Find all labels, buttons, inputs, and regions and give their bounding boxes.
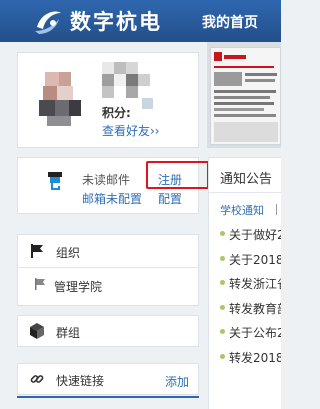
banner-panel	[207, 42, 281, 148]
link-icon	[30, 375, 44, 383]
quick-links-card: 快速链接 添加	[17, 363, 199, 395]
notice-item[interactable]: 关于做好2	[209, 224, 281, 249]
organization-header[interactable]: 组织	[18, 235, 198, 268]
notice-item-text[interactable]: 转发教育部	[229, 300, 281, 317]
mail-icon	[48, 172, 62, 190]
quick-links-title: 快速链接	[56, 374, 105, 388]
group-title: 群组	[56, 326, 81, 340]
mailbox-unconfigured-link[interactable]: 邮箱未配置	[82, 190, 142, 207]
highlight-box	[146, 161, 209, 189]
top-header: 数字杭电 我的首页	[0, 0, 281, 42]
tab-school-notice[interactable]: 学校通知	[220, 202, 264, 218]
bullet-icon	[220, 280, 225, 286]
banner-image[interactable]	[210, 47, 281, 145]
bullet-icon	[220, 329, 225, 335]
logo-text[interactable]: 数字杭电	[70, 6, 162, 36]
notice-item-text[interactable]: 转发2018	[229, 349, 281, 366]
flag-icon	[31, 244, 43, 258]
notice-item-text[interactable]: 关于2018	[229, 251, 281, 268]
unread-mail-label: 未读邮件	[82, 173, 131, 187]
notice-item-text[interactable]: 关于公布2	[229, 324, 281, 341]
bullet-icon	[220, 304, 225, 310]
notice-item-text[interactable]: 关于做好2	[229, 226, 281, 243]
logo-icon	[35, 11, 61, 34]
notice-item[interactable]: 转发浙江省	[209, 273, 281, 298]
notice-divider	[209, 192, 281, 193]
notice-item[interactable]: 转发2018	[209, 347, 281, 372]
profile-card: 积分: 查看好友››	[17, 52, 199, 148]
flag-small-icon	[35, 278, 45, 290]
view-friends-link[interactable]: 查看好友››	[102, 122, 160, 139]
bullet-icon	[220, 231, 225, 236]
organization-card: 组织 管理学院	[17, 234, 199, 306]
banner-graphic	[211, 48, 280, 144]
points-value	[142, 98, 153, 109]
notice-item[interactable]: 关于公布2	[209, 322, 281, 347]
quick-links-underline	[17, 396, 199, 398]
organization-item[interactable]: 管理学院	[54, 278, 102, 295]
notice-title: 通知公告	[220, 172, 273, 187]
bullet-icon	[220, 353, 225, 359]
points-label: 积分:	[102, 106, 131, 120]
group-card[interactable]: 群组	[17, 315, 199, 347]
notice-panel: 通知公告 学校通知 关于做好2 关于2018 转发浙江省 转发教育部 关于公布2…	[208, 157, 281, 409]
avatar[interactable]	[33, 62, 85, 128]
bullet-icon	[220, 255, 225, 261]
notice-item-text[interactable]: 转发浙江省	[229, 275, 281, 292]
configure-link[interactable]: 配置	[158, 190, 182, 207]
tab-separator	[276, 204, 277, 215]
add-link[interactable]: 添加	[165, 373, 189, 390]
nav-home-link[interactable]: 我的首页	[202, 12, 258, 32]
organization-title: 组织	[56, 246, 81, 260]
cube-icon	[30, 323, 44, 339]
notice-item[interactable]: 转发教育部	[209, 298, 281, 323]
notice-item[interactable]: 关于2018	[209, 249, 281, 274]
notice-list: 关于做好2 关于2018 转发浙江省 转发教育部 关于公布2 转发2018	[209, 224, 281, 372]
